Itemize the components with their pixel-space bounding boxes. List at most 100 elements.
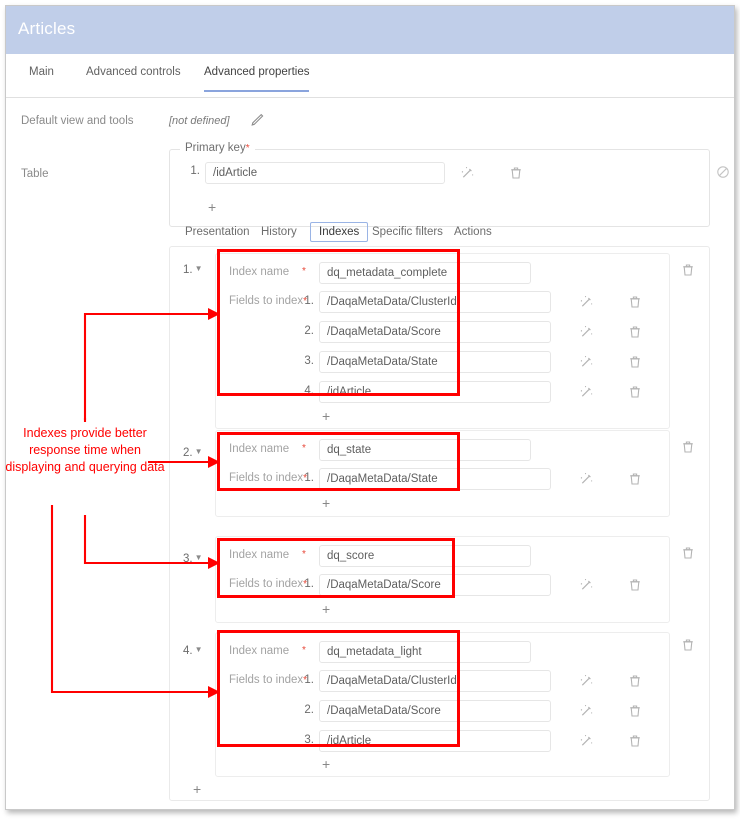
field-num-1-2: 2.	[296, 325, 314, 337]
trash-icon[interactable]	[627, 673, 643, 689]
table-label: Table	[21, 168, 49, 180]
magic-wand-icon[interactable]	[578, 384, 594, 400]
fields-to-index-label-1-text: Fields to index	[229, 295, 303, 307]
index-row-number-1[interactable]: 1.▼	[183, 264, 203, 276]
field-num-1-3: 3.	[296, 355, 314, 367]
field-input-3-1[interactable]: /DaqaMetaData/Score	[319, 574, 551, 596]
chevron-down-icon[interactable]: ▼	[195, 645, 203, 654]
magic-wand-icon[interactable]	[578, 471, 594, 487]
index-name-label-2-text: Index name	[229, 443, 289, 455]
trash-icon[interactable]	[627, 294, 643, 310]
field-num-2-1: 1.	[296, 472, 314, 484]
index-row-number-3[interactable]: 3.▼	[183, 553, 203, 565]
index-row-number-2-text: 2.	[183, 447, 193, 459]
index-row-number-3-text: 3.	[183, 553, 193, 565]
field-num-1-1: 1.	[296, 295, 314, 307]
primary-key-legend: Primary key*	[180, 142, 255, 154]
index-card-3: Index name * dq_score Fields to index* 1…	[215, 536, 670, 623]
delete-index-2-icon[interactable]	[680, 439, 696, 455]
chevron-down-icon[interactable]: ▼	[195, 264, 203, 273]
trash-icon[interactable]	[627, 324, 643, 340]
index-card-4: Index name * dq_metadata_light Fields to…	[215, 632, 670, 777]
top-tab-strip: Main Advanced controls Advanced properti…	[6, 54, 734, 98]
primary-key-row-num: 1.	[178, 165, 200, 177]
index-row-number-4[interactable]: 4.▼	[183, 645, 203, 657]
add-field-button-4[interactable]: +	[322, 757, 330, 771]
page-title: Articles	[18, 19, 75, 39]
fields-to-index-label-3-text: Fields to index	[229, 578, 303, 590]
index-name-input-4[interactable]: dq_metadata_light	[319, 641, 531, 663]
magic-wand-icon[interactable]	[459, 165, 475, 181]
trash-icon[interactable]	[627, 354, 643, 370]
screenshot-root: Articles Main Advanced controls Advanced…	[0, 0, 740, 820]
tab-main[interactable]: Main	[29, 66, 54, 90]
index-name-input-1[interactable]: dq_metadata_complete	[319, 262, 531, 284]
subtab-specific-filters[interactable]: Specific filters	[372, 226, 443, 238]
index-row-number-2[interactable]: 2.▼	[183, 447, 203, 459]
subtab-actions[interactable]: Actions	[454, 226, 492, 238]
subtab-presentation[interactable]: Presentation	[185, 226, 250, 238]
trash-icon[interactable]	[627, 471, 643, 487]
chevron-down-icon[interactable]: ▼	[195, 553, 203, 562]
field-num-4-2: 2.	[296, 704, 314, 716]
tab-advanced-controls[interactable]: Advanced controls	[86, 66, 181, 90]
field-input-4-3[interactable]: /idArticle	[319, 730, 551, 752]
index-name-input-3[interactable]: dq_score	[319, 545, 531, 567]
primary-key-legend-text: Primary key	[185, 142, 246, 154]
index-name-label-4: Index name	[229, 645, 289, 657]
magic-wand-icon[interactable]	[578, 577, 594, 593]
magic-wand-icon[interactable]	[578, 324, 594, 340]
magic-wand-icon[interactable]	[578, 673, 594, 689]
primary-key-fieldset: Primary key* 1. /idArticle +	[169, 149, 710, 227]
chevron-down-icon[interactable]: ▼	[195, 447, 203, 456]
trash-icon[interactable]	[627, 733, 643, 749]
subtab-indexes[interactable]: Indexes	[310, 222, 368, 242]
index-name-required-3: *	[302, 549, 306, 560]
field-input-1-1[interactable]: /DaqaMetaData/ClusterId	[319, 291, 551, 313]
field-input-4-2[interactable]: /DaqaMetaData/Score	[319, 700, 551, 722]
index-name-label-2: Index name	[229, 443, 289, 455]
field-num-4-3: 3.	[296, 734, 314, 746]
slashed-circle-icon[interactable]	[715, 164, 731, 180]
delete-index-4-icon[interactable]	[680, 637, 696, 653]
title-bar: Articles	[6, 6, 734, 54]
default-view-label: Default view and tools	[21, 115, 134, 127]
field-input-1-2[interactable]: /DaqaMetaData/Score	[319, 321, 551, 343]
add-field-button-2[interactable]: +	[322, 496, 330, 510]
delete-index-1-icon[interactable]	[680, 262, 696, 278]
tab-advanced-properties[interactable]: Advanced properties	[204, 66, 309, 92]
app-window: Articles Main Advanced controls Advanced…	[5, 5, 735, 810]
trash-icon[interactable]	[627, 703, 643, 719]
field-num-3-1: 1.	[296, 578, 314, 590]
form-body: Default view and tools [not defined] Tab…	[6, 98, 734, 809]
field-input-2-1[interactable]: /DaqaMetaData/State	[319, 468, 551, 490]
trash-icon[interactable]	[627, 384, 643, 400]
index-name-label-3: Index name	[229, 549, 289, 561]
add-field-button-3[interactable]: +	[322, 602, 330, 616]
index-name-required-4: *	[302, 645, 306, 656]
magic-wand-icon[interactable]	[578, 354, 594, 370]
index-row-number-4-text: 4.	[183, 645, 193, 657]
add-index-button[interactable]: +	[193, 782, 201, 796]
magic-wand-icon[interactable]	[578, 733, 594, 749]
trash-icon[interactable]	[508, 165, 524, 181]
subtab-history[interactable]: History	[261, 226, 297, 238]
index-name-input-2[interactable]: dq_state	[319, 439, 531, 461]
delete-index-3-icon[interactable]	[680, 545, 696, 561]
add-field-button-1[interactable]: +	[322, 409, 330, 423]
required-marker: *	[246, 143, 250, 154]
primary-key-input[interactable]: /idArticle	[205, 162, 445, 184]
trash-icon[interactable]	[627, 577, 643, 593]
magic-wand-icon[interactable]	[578, 703, 594, 719]
field-input-1-3[interactable]: /DaqaMetaData/State	[319, 351, 551, 373]
primary-key-add-button[interactable]: +	[208, 200, 216, 214]
field-num-4-1: 1.	[296, 674, 314, 686]
magic-wand-icon[interactable]	[578, 294, 594, 310]
index-name-label-3-text: Index name	[229, 549, 289, 561]
field-input-1-4[interactable]: /idArticle	[319, 381, 551, 403]
field-input-4-1[interactable]: /DaqaMetaData/ClusterId	[319, 670, 551, 692]
index-name-required-2: *	[302, 443, 306, 454]
pencil-icon[interactable]	[249, 112, 265, 128]
index-card-2: Index name * dq_state Fields to index* 1…	[215, 430, 670, 517]
index-name-label-1-text: Index name	[229, 266, 289, 278]
